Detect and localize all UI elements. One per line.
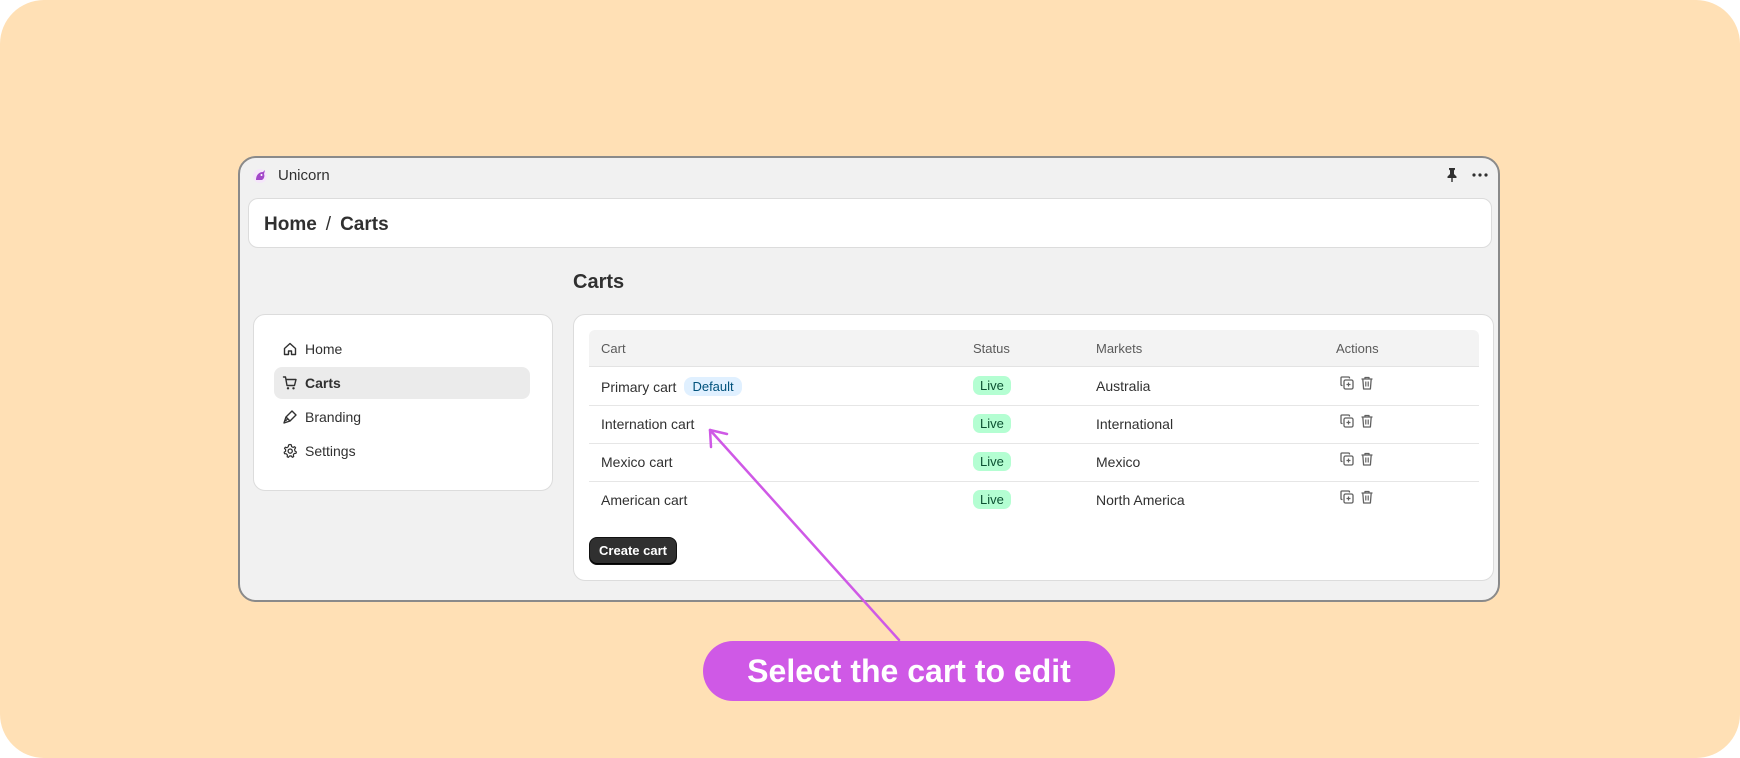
market-cell: Mexico: [1096, 454, 1141, 470]
callout-label: Select the cart to edit: [703, 641, 1115, 701]
pin-icon[interactable]: [1444, 167, 1460, 183]
trash-icon[interactable]: [1359, 375, 1375, 391]
more-options-icon[interactable]: [1471, 167, 1489, 183]
trash-icon[interactable]: [1359, 489, 1375, 505]
trash-icon[interactable]: [1359, 413, 1375, 429]
status-badge: Live: [973, 376, 1011, 395]
cart-name[interactable]: Internation cart: [601, 416, 694, 432]
status-badge: Live: [973, 452, 1011, 471]
sidebar-item-label: Home: [305, 341, 343, 357]
sidebar-item-branding[interactable]: Branding: [274, 401, 530, 433]
sidebar-item-label: Settings: [305, 443, 356, 459]
market-cell: North America: [1096, 492, 1185, 508]
duplicate-icon[interactable]: [1339, 489, 1355, 505]
column-header-markets: Markets: [1096, 341, 1143, 356]
table-row[interactable]: Mexico cart Live Mexico: [589, 443, 1479, 482]
duplicate-icon[interactable]: [1339, 413, 1355, 429]
create-cart-button[interactable]: Create cart: [589, 537, 677, 565]
market-cell: Australia: [1096, 378, 1151, 394]
duplicate-icon[interactable]: [1339, 375, 1355, 391]
cart-name[interactable]: Mexico cart: [601, 454, 673, 470]
sidebar: Home Carts Branding Settings: [253, 314, 553, 491]
cart-icon: [282, 376, 297, 390]
cart-name[interactable]: American cart: [601, 492, 687, 508]
sidebar-item-label: Branding: [305, 409, 362, 425]
column-header-status: Status: [973, 341, 1010, 356]
duplicate-icon[interactable]: [1339, 451, 1355, 467]
breadcrumb-separator: /: [325, 214, 332, 235]
title-bar: Unicorn: [240, 158, 1498, 192]
brush-icon: [283, 410, 297, 424]
breadcrumb: Home / Carts: [264, 214, 389, 236]
breadcrumb-current: Carts: [340, 214, 389, 235]
page-title: Carts: [573, 271, 625, 293]
home-icon: [283, 342, 297, 356]
unicorn-logo-icon: [253, 169, 267, 183]
table-row[interactable]: Primary cart Default Live Australia: [589, 367, 1479, 406]
gear-icon: [283, 443, 297, 458]
sidebar-item-settings[interactable]: Settings: [274, 435, 530, 467]
table-row[interactable]: American cart Live North America: [589, 481, 1479, 519]
sidebar-item-carts[interactable]: Carts: [274, 367, 530, 399]
breadcrumb-home[interactable]: Home: [264, 214, 317, 235]
column-header-cart: Cart: [601, 341, 626, 356]
cart-name[interactable]: Primary cart: [601, 379, 676, 395]
page-header: Home / Carts: [248, 198, 1492, 248]
carts-card: Cart Status Markets Actions Primary cart…: [573, 314, 1494, 581]
column-header-actions: Actions: [1336, 341, 1379, 356]
table-row[interactable]: Internation cart Live International: [589, 405, 1479, 444]
sidebar-item-home[interactable]: Home: [274, 333, 530, 365]
trash-icon[interactable]: [1359, 451, 1375, 467]
table-header: Cart Status Markets Actions: [589, 330, 1479, 367]
market-cell: International: [1096, 416, 1174, 432]
app-window: Unicorn Home / Carts Home Carts Branding…: [238, 156, 1500, 602]
status-badge: Live: [973, 490, 1011, 509]
app-name: Unicorn: [278, 167, 330, 184]
background-canvas: Unicorn Home / Carts Home Carts Branding…: [0, 0, 1740, 758]
cart-name-cell: Primary cart Default: [601, 377, 742, 397]
status-badge: Live: [973, 414, 1011, 433]
default-badge: Default: [684, 377, 742, 396]
sidebar-item-label: Carts: [305, 375, 341, 391]
